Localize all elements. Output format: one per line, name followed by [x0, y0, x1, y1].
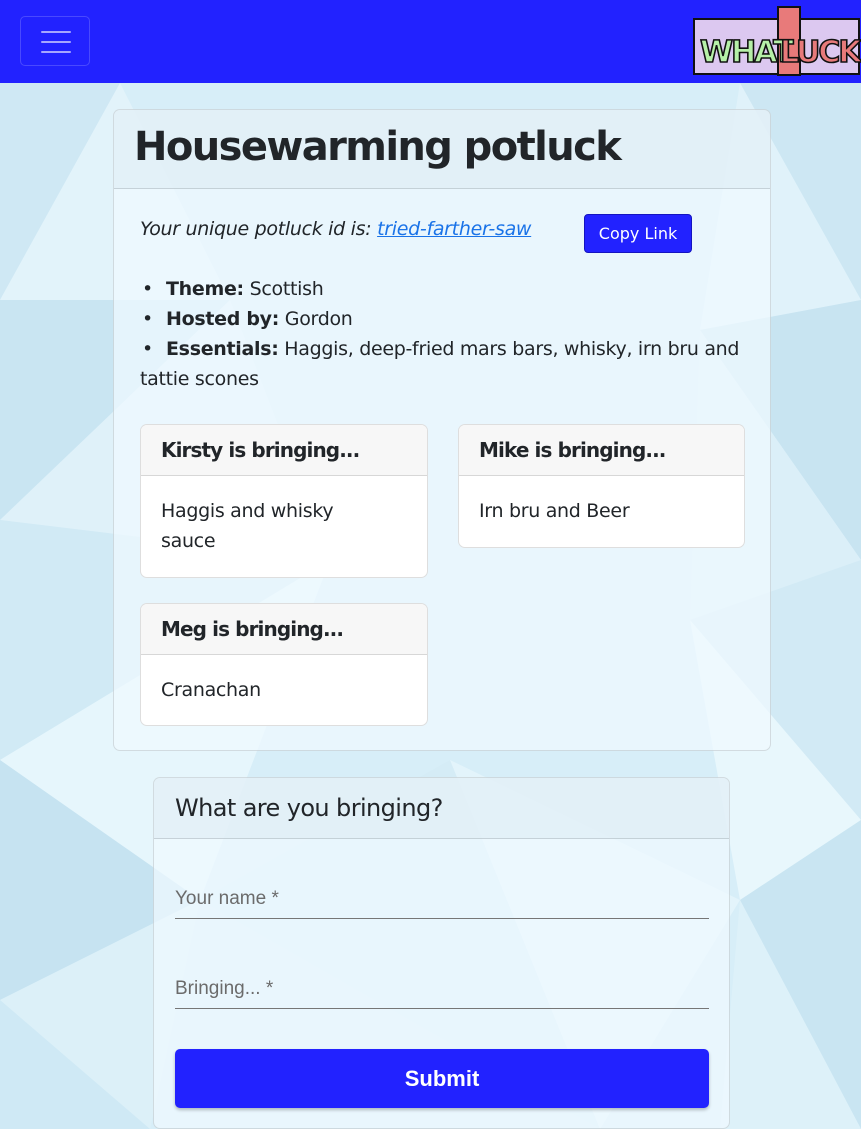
submit-button[interactable]: Submit: [175, 1049, 709, 1108]
bringing-card-item: Cranachan: [161, 679, 261, 701]
detail-theme: • Theme: Scottish: [140, 274, 750, 304]
detail-key: Theme:: [166, 278, 244, 300]
bringing-field[interactable]: [175, 967, 709, 1009]
detail-host: • Hosted by: Gordon: [140, 304, 750, 334]
detail-value: Gordon: [284, 308, 353, 330]
bullet-icon: •: [142, 338, 153, 360]
hamburger-menu-button[interactable]: [20, 16, 90, 66]
bringing-card-header: Mike is bringing...: [459, 425, 744, 476]
bringing-card-header: Meg is bringing...: [141, 604, 427, 655]
potluck-id-link[interactable]: tried-farther-saw: [377, 218, 531, 240]
bringing-input[interactable]: [175, 974, 709, 1004]
detail-essentials: • Essentials: Haggis, deep-fried mars bar…: [140, 334, 750, 394]
bullet-icon: •: [142, 308, 153, 330]
potluck-id-prefix: Your unique potluck id is:: [140, 218, 372, 240]
bringing-card: Kirsty is bringing... Haggis and whisky …: [140, 424, 428, 578]
form-title: What are you bringing?: [154, 778, 729, 839]
name-field[interactable]: [175, 877, 709, 919]
detail-value: Scottish: [249, 278, 324, 300]
bullet-icon: •: [142, 278, 153, 300]
top-navbar: WHAT LUCK: [0, 0, 861, 83]
detail-key: Essentials:: [166, 338, 279, 360]
hamburger-menu-icon-bar: [41, 41, 71, 43]
hamburger-menu-icon-bar: [41, 51, 71, 53]
bring-form-card: What are you bringing? Submit: [153, 777, 730, 1129]
page-title: Housewarming potluck: [134, 124, 622, 170]
copy-link-button[interactable]: Copy Link: [584, 214, 692, 253]
whatluck-logo[interactable]: WHAT LUCK: [692, 5, 861, 78]
bringing-card-item: Haggis and whisky sauce: [161, 500, 334, 552]
potluck-details-list: • Theme: Scottish • Hosted by: Gordon • Ess…: [140, 274, 750, 394]
detail-key: Hosted by:: [166, 308, 280, 330]
logo-text-right: LUCK: [780, 35, 861, 70]
name-input[interactable]: [175, 884, 709, 914]
bringing-card: Meg is bringing... Cranachan: [140, 603, 428, 726]
potluck-id-line: Your unique potluck id is: tried-farther…: [140, 218, 531, 240]
bringing-card: Mike is bringing... Irn bru and Beer: [458, 424, 745, 548]
bringing-card-item: Irn bru and Beer: [479, 500, 630, 522]
potluck-card-header: Housewarming potluck: [114, 110, 770, 189]
potluck-card: Housewarming potluck Your unique potluck…: [113, 109, 771, 751]
bringing-card-header: Kirsty is bringing...: [141, 425, 427, 476]
hamburger-menu-icon: [41, 31, 71, 33]
